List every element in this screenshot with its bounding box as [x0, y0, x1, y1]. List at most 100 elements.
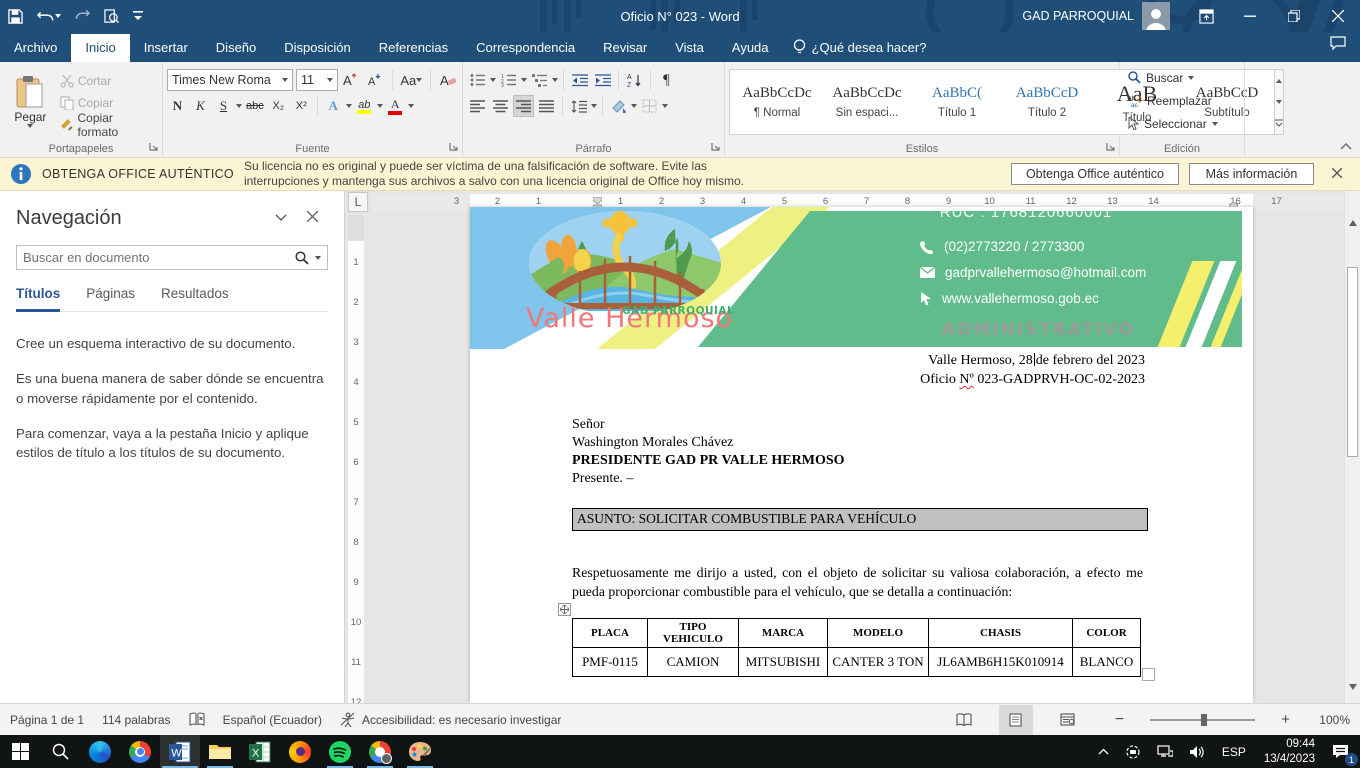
- text-effects-button[interactable]: A: [323, 95, 344, 117]
- undo-dropdown-caret[interactable]: [55, 14, 61, 18]
- line-spacing-caret[interactable]: [591, 104, 597, 108]
- font-color-caret[interactable]: [408, 104, 414, 108]
- document-page[interactable]: RUC : 1768120660001 (02)2773220 / 277330…: [470, 207, 1253, 703]
- shading-button[interactable]: [608, 95, 629, 117]
- excel-icon[interactable]: X: [240, 735, 280, 768]
- tab-ayuda[interactable]: Ayuda: [718, 34, 783, 62]
- multilevel-caret[interactable]: [552, 78, 558, 82]
- nav-tab-resultados[interactable]: Resultados: [161, 286, 229, 312]
- bullets-caret[interactable]: [490, 78, 496, 82]
- scroll-up-arrow[interactable]: [1346, 215, 1360, 231]
- clipboard-dialog-launcher[interactable]: [149, 140, 158, 154]
- tab-archivo[interactable]: Archivo: [0, 34, 71, 62]
- text-effects-caret[interactable]: [346, 104, 352, 108]
- edge-icon[interactable]: [80, 735, 120, 768]
- styles-scroll-up[interactable]: [1275, 70, 1283, 91]
- file-explorer-icon[interactable]: [200, 735, 240, 768]
- tab-correspondencia[interactable]: Correspondencia: [462, 34, 589, 62]
- onedrive-tray-icon[interactable]: [1118, 735, 1148, 768]
- tab-disposicion[interactable]: Disposición: [270, 34, 364, 62]
- warning-close-icon[interactable]: [1324, 165, 1350, 183]
- customize-qat-icon[interactable]: [131, 3, 145, 29]
- numbering-caret[interactable]: [521, 78, 527, 82]
- more-info-button[interactable]: Más información: [1189, 163, 1314, 185]
- font-size-combo[interactable]: 11: [296, 69, 337, 91]
- replace-button[interactable]: abac Reemplazar: [1124, 89, 1240, 112]
- scrollbar-thumb[interactable]: [1347, 267, 1358, 457]
- tray-expand-chevron-icon[interactable]: [1091, 735, 1116, 768]
- styles-scroll-down[interactable]: [1275, 91, 1283, 112]
- tab-vista[interactable]: Vista: [661, 34, 718, 62]
- notification-center-icon[interactable]: 1: [1325, 735, 1356, 768]
- font-family-combo[interactable]: Times New Roma: [167, 69, 293, 91]
- vehicle-table[interactable]: PLACATIPO VEHICULOMARCAMODELOCHASISCOLOR…: [572, 618, 1141, 677]
- zoom-in-button[interactable]: +: [1281, 711, 1290, 728]
- highlight-caret[interactable]: [377, 104, 383, 108]
- font-color-button[interactable]: A: [385, 95, 406, 117]
- strikethrough-button[interactable]: abc: [244, 95, 266, 117]
- format-painter-button[interactable]: Copiar formato: [57, 114, 158, 136]
- collapse-ribbon-icon[interactable]: [1340, 139, 1352, 153]
- superscript-button[interactable]: X²: [291, 95, 312, 117]
- underline-caret[interactable]: [236, 104, 242, 108]
- language-indicator[interactable]: Español (Ecuador): [223, 713, 322, 727]
- network-tray-icon[interactable]: [1150, 735, 1180, 768]
- select-button[interactable]: Seleccionar: [1124, 112, 1240, 135]
- highlight-button[interactable]: ab: [354, 95, 375, 117]
- style-item[interactable]: AaBbCcDc ¶ Normal: [734, 73, 820, 131]
- scroll-down-arrow[interactable]: [1346, 679, 1360, 695]
- justify-button[interactable]: [536, 95, 557, 117]
- clear-formatting-button[interactable]: A: [437, 69, 458, 91]
- style-item[interactable]: AaBbC( Título 1: [914, 73, 1000, 131]
- increase-indent-button[interactable]: [592, 69, 613, 91]
- bullets-button[interactable]: [467, 69, 488, 91]
- paint-icon[interactable]: [400, 735, 440, 768]
- tell-me-box[interactable]: ¿Qué desea hacer?: [783, 33, 937, 62]
- find-button[interactable]: Buscar: [1124, 66, 1240, 89]
- zoom-percentage[interactable]: 100%: [1308, 713, 1350, 727]
- nav-tab-titulos[interactable]: Títulos: [16, 286, 60, 312]
- clock[interactable]: 09:44 13/4/2023: [1256, 737, 1323, 766]
- decrease-indent-button[interactable]: [569, 69, 590, 91]
- account-name[interactable]: GAD PARROQUIAL: [1022, 9, 1134, 23]
- tab-referencias[interactable]: Referencias: [365, 34, 462, 62]
- avatar[interactable]: [1142, 2, 1170, 30]
- word-count[interactable]: 114 palabras: [102, 713, 171, 727]
- chrome-profile-icon[interactable]: [360, 735, 400, 768]
- shrink-font-button[interactable]: A: [365, 69, 386, 91]
- start-button[interactable]: [0, 735, 40, 768]
- print-layout-view-button[interactable]: [999, 705, 1033, 735]
- nav-chevron-down-icon[interactable]: [265, 205, 297, 231]
- minimize-button[interactable]: [1228, 0, 1272, 32]
- cut-button[interactable]: Cortar: [57, 70, 158, 92]
- line-spacing-button[interactable]: [568, 95, 589, 117]
- bold-button[interactable]: N: [167, 95, 188, 117]
- subscript-button[interactable]: X₂: [268, 95, 289, 117]
- paste-button[interactable]: Pegar: [4, 66, 57, 138]
- zoom-slider[interactable]: [1150, 719, 1255, 721]
- search-input[interactable]: [23, 250, 289, 265]
- align-right-button[interactable]: [513, 95, 534, 117]
- word-taskbar-icon[interactable]: W: [160, 735, 200, 768]
- print-preview-icon[interactable]: [102, 3, 121, 29]
- search-options-caret[interactable]: [315, 256, 321, 260]
- zoom-slider-thumb[interactable]: [1201, 714, 1207, 726]
- document-search-box[interactable]: [16, 245, 328, 270]
- style-item[interactable]: AaBbCcD Título 2: [1004, 73, 1090, 131]
- tab-stop-selector[interactable]: L: [348, 192, 368, 212]
- redo-icon[interactable]: [73, 3, 92, 29]
- tab-diseno[interactable]: Diseño: [202, 34, 270, 62]
- chrome-icon[interactable]: [120, 735, 160, 768]
- italic-button[interactable]: K: [190, 95, 211, 117]
- web-layout-view-button[interactable]: [1051, 705, 1085, 735]
- shading-caret[interactable]: [631, 104, 637, 108]
- numbering-button[interactable]: 123: [498, 69, 519, 91]
- taskbar-search-icon[interactable]: [40, 735, 80, 768]
- align-left-button[interactable]: [467, 95, 488, 117]
- read-mode-view-button[interactable]: [947, 705, 981, 735]
- search-icon[interactable]: [295, 251, 309, 265]
- grow-font-button[interactable]: A: [341, 69, 362, 91]
- styles-gallery-expand[interactable]: [1275, 113, 1283, 134]
- borders-button[interactable]: [639, 95, 660, 117]
- table-move-handle[interactable]: [558, 603, 571, 616]
